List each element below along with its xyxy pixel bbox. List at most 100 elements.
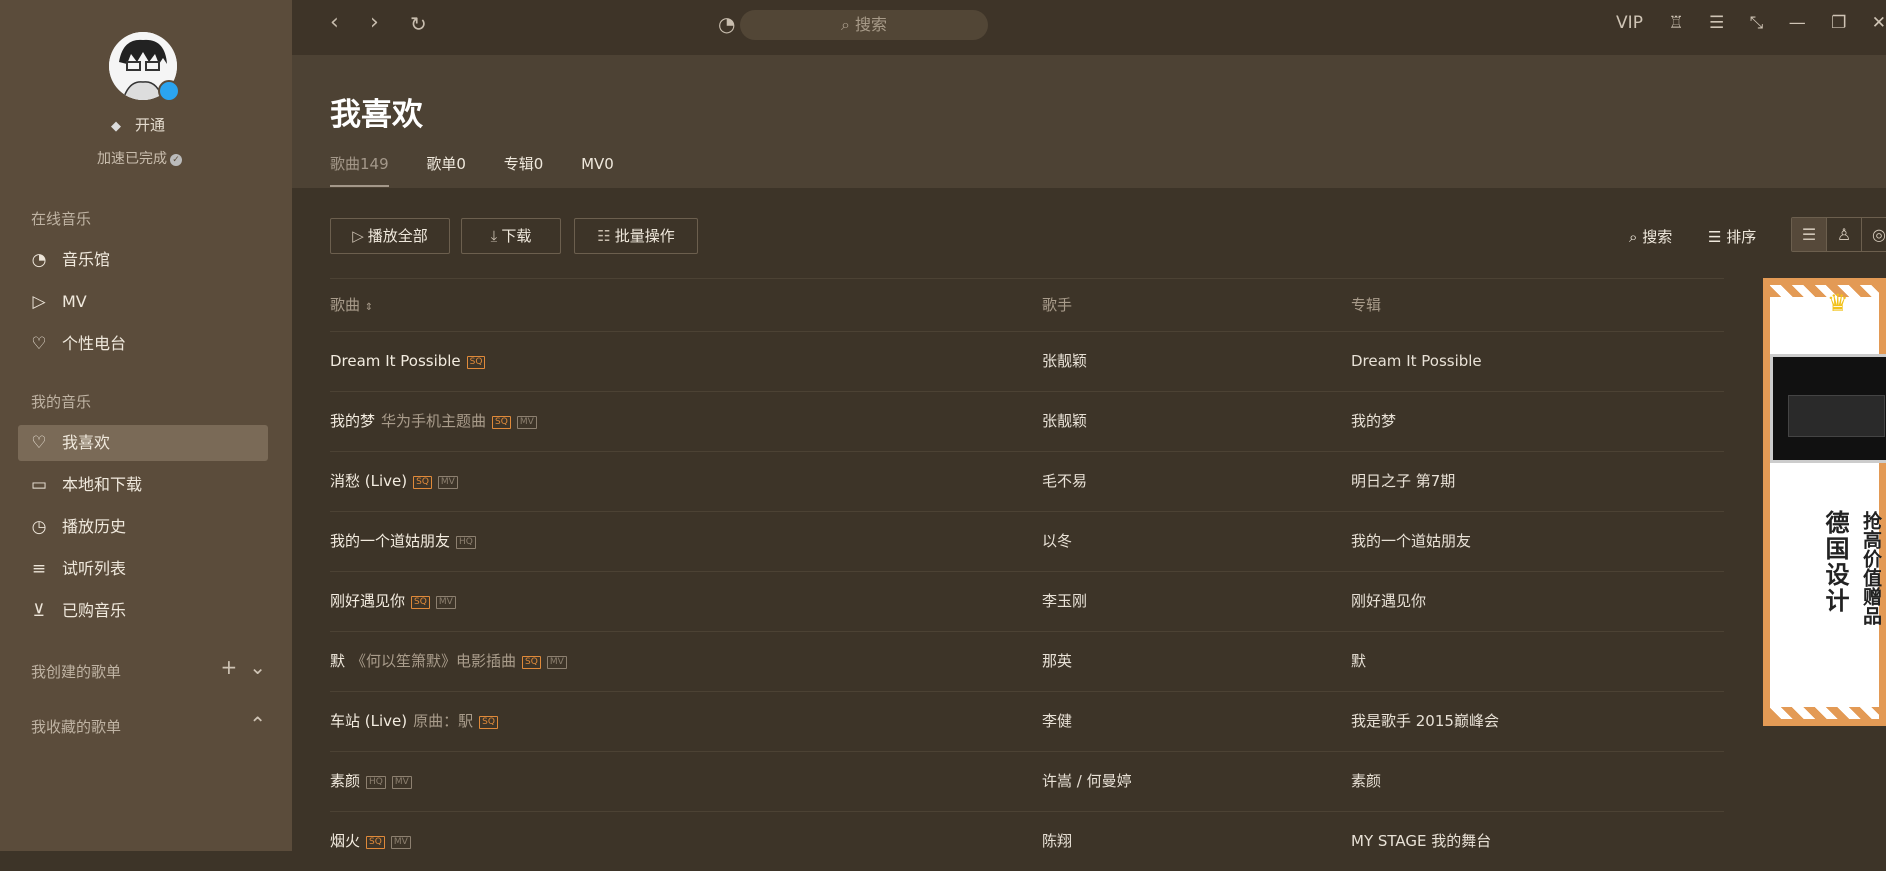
ad-banner[interactable]: ♛ 抢高价值赠品 德国设计 <box>1763 278 1886 726</box>
table-row[interactable]: 我的梦 华为手机主题曲 SQ MV 张靓颖 我的梦 <box>330 391 1724 451</box>
song-artist[interactable]: 许嵩 / 何曼婷 <box>1042 752 1132 811</box>
sidebar-item-radio[interactable]: ♡ 个性电台 <box>18 326 268 362</box>
list-search-button[interactable]: ⌕ 搜索 <box>1629 226 1672 247</box>
my-music-section: 我的音乐 <box>31 393 92 411</box>
song-title[interactable]: 我的梦 华为手机主题曲 SQ MV <box>330 392 537 451</box>
sidebar-item-local-downloads[interactable]: ▭ 本地和下载 <box>18 467 268 503</box>
search-icon: ⌕ <box>840 15 850 34</box>
table-row[interactable]: 刚好遇见你 SQ MV 李玉刚 刚好遇见你 <box>330 571 1724 631</box>
song-title[interactable]: 我的一个道姑朋友 HQ <box>330 512 476 571</box>
song-title[interactable]: 车站 (Live) 原曲：駅 SQ <box>330 692 498 751</box>
sidebar-item-music-hall[interactable]: ◔ 音乐馆 <box>18 242 268 278</box>
tab-bar: 歌曲149 歌单0 专辑0 MV0 <box>330 153 647 187</box>
song-subtitle: 《何以笙箫默》电影插曲 <box>351 652 517 670</box>
song-title[interactable]: 烟火 SQ MV <box>330 812 411 871</box>
song-artist[interactable]: 以冬 <box>1042 512 1072 571</box>
accel-status: 加速已完成 ✓ <box>97 148 182 168</box>
table-row[interactable]: 默《何以笙箫默》电影插曲 SQ MV 那英 默 <box>330 631 1724 691</box>
song-album[interactable]: 我的梦 <box>1351 392 1396 451</box>
table-row[interactable]: Dream It Possible SQ 张靓颖 Dream It Possible <box>330 331 1724 391</box>
song-album[interactable]: 默 <box>1351 632 1366 691</box>
table-row[interactable]: 车站 (Live) 原曲：駅 SQ 李健 我是歌手 2015巅峰会 <box>330 691 1724 751</box>
tab-songs[interactable]: 歌曲149 <box>330 153 389 187</box>
sidebar-item-purchased[interactable]: ⊻ 已购音乐 <box>18 593 268 629</box>
download-button[interactable]: ⤓ 下载 <box>461 218 561 254</box>
close-icon[interactable]: ✕ <box>1872 13 1886 33</box>
song-album[interactable]: 我是歌手 2015巅峰会 <box>1351 692 1499 751</box>
ad-text-design: 德国设计 <box>1821 510 1849 614</box>
song-title[interactable]: 刚好遇见你 SQ MV <box>330 572 456 631</box>
song-title-text: Dream It Possible <box>330 352 461 370</box>
table-row[interactable]: 我的一个道姑朋友 HQ 以冬 我的一个道姑朋友 <box>330 511 1724 571</box>
sidebar-item-trial-list[interactable]: ≡ 试听列表 <box>18 551 268 587</box>
menu-icon[interactable]: ☰ <box>1709 13 1724 33</box>
online-badge-icon <box>158 80 180 102</box>
song-album[interactable]: MY STAGE 我的舞台 <box>1351 812 1491 871</box>
play-icon: ▷ <box>352 227 364 245</box>
ad-text-gift: 抢高价值赠品 <box>1860 511 1882 625</box>
maximize-icon[interactable]: ❐ <box>1831 13 1846 33</box>
song-album[interactable]: 我的一个道姑朋友 <box>1351 512 1471 571</box>
chevron-down-icon[interactable]: ⌄ <box>249 655 266 679</box>
recognize-icon[interactable]: ◔ <box>718 12 735 36</box>
batch-operation-button[interactable]: ☷ 批量操作 <box>574 218 698 254</box>
clock-icon: ◷ <box>31 517 47 537</box>
heart-icon: ♡ <box>31 433 47 453</box>
artist-view-icon[interactable]: ♙ <box>1827 218 1862 251</box>
vip-open-link[interactable]: ◆ 开通 <box>111 114 165 135</box>
song-artist[interactable]: 张靓颖 <box>1042 332 1087 391</box>
song-title[interactable]: 消愁 (Live) SQ MV <box>330 452 458 511</box>
tab-mv[interactable]: MV0 <box>581 155 614 184</box>
table-row[interactable]: 消愁 (Live) SQ MV 毛不易 明日之子 第7期 <box>330 451 1724 511</box>
song-artist[interactable]: 那英 <box>1042 632 1072 691</box>
song-album[interactable]: 刚好遇见你 <box>1351 572 1426 631</box>
mini-mode-icon[interactable]: ⤡ <box>1750 13 1764 33</box>
skin-icon[interactable]: ♖ <box>1668 13 1683 33</box>
song-artist[interactable]: 李健 <box>1042 692 1072 751</box>
back-icon[interactable]: ‹ <box>330 10 339 35</box>
sidebar-item-mv[interactable]: ▷ MV <box>18 284 268 320</box>
quality-badge: SQ <box>366 836 385 849</box>
song-title[interactable]: Dream It Possible SQ <box>330 332 486 391</box>
play-all-button[interactable]: ▷ 播放全部 <box>330 218 450 254</box>
song-artist[interactable]: 张靓颖 <box>1042 392 1087 451</box>
sort-icon: ☰ <box>1708 228 1722 246</box>
playlist-icon: ≡ <box>31 559 47 579</box>
column-song[interactable]: 歌曲 ⇕ <box>330 279 373 334</box>
song-title[interactable]: 默《何以笙箫默》电影插曲 SQ MV <box>330 632 567 691</box>
created-playlists-header[interactable]: 我创建的歌单 <box>31 661 121 682</box>
refresh-icon[interactable]: ↻ <box>410 12 427 36</box>
column-album: 专辑 <box>1351 296 1382 314</box>
search-input[interactable]: ⌕ 搜索 <box>740 10 988 40</box>
vip-link[interactable]: VIP <box>1616 13 1643 33</box>
music-hall-icon: ◔ <box>31 250 47 270</box>
sidebar-item-history[interactable]: ◷ 播放历史 <box>18 509 268 545</box>
forward-icon[interactable]: › <box>370 10 379 35</box>
song-album[interactable]: 素颜 <box>1351 752 1381 811</box>
list-view-icon[interactable]: ☰ <box>1792 218 1827 251</box>
top-bar: ‹ › ↻ ⌕ 搜索 ◔ VIP ♖ ☰ ⤡ — ❐ ✕ <box>292 0 1886 55</box>
column-artist: 歌手 <box>1042 296 1073 314</box>
collected-playlists-header[interactable]: 我收藏的歌单 <box>31 716 121 737</box>
song-artist[interactable]: 李玉刚 <box>1042 572 1087 631</box>
mv-icon: ▷ <box>32 292 46 312</box>
song-artist[interactable]: 毛不易 <box>1042 452 1087 511</box>
album-view-icon[interactable]: ◎ <box>1862 218 1886 251</box>
song-title[interactable]: 素颜 HQ MV <box>330 752 412 811</box>
tab-albums[interactable]: 专辑0 <box>504 153 544 185</box>
page-title: 我喜欢 <box>330 97 423 133</box>
sort-button[interactable]: ☰ 排序 <box>1708 226 1756 247</box>
song-album[interactable]: Dream It Possible <box>1351 332 1482 391</box>
song-artist[interactable]: 陈翔 <box>1042 812 1072 871</box>
chevron-up-icon[interactable]: ⌃ <box>249 712 266 736</box>
crown-icon: ♛ <box>1827 289 1849 317</box>
add-playlist-icon[interactable]: + <box>220 655 237 679</box>
table-row[interactable]: 烟火 SQ MV 陈翔 MY STAGE 我的舞台 <box>330 811 1724 871</box>
batch-icon: ☷ <box>597 227 611 245</box>
minimize-icon[interactable]: — <box>1789 13 1806 33</box>
sidebar-item-favorites[interactable]: ♡ 我喜欢 <box>18 425 268 461</box>
tab-playlists[interactable]: 歌单0 <box>426 153 466 185</box>
song-album[interactable]: 明日之子 第7期 <box>1351 452 1455 511</box>
sort-arrows-icon: ⇕ <box>364 302 374 313</box>
table-row[interactable]: 素颜 HQ MV 许嵩 / 何曼婷 素颜 <box>330 751 1724 811</box>
